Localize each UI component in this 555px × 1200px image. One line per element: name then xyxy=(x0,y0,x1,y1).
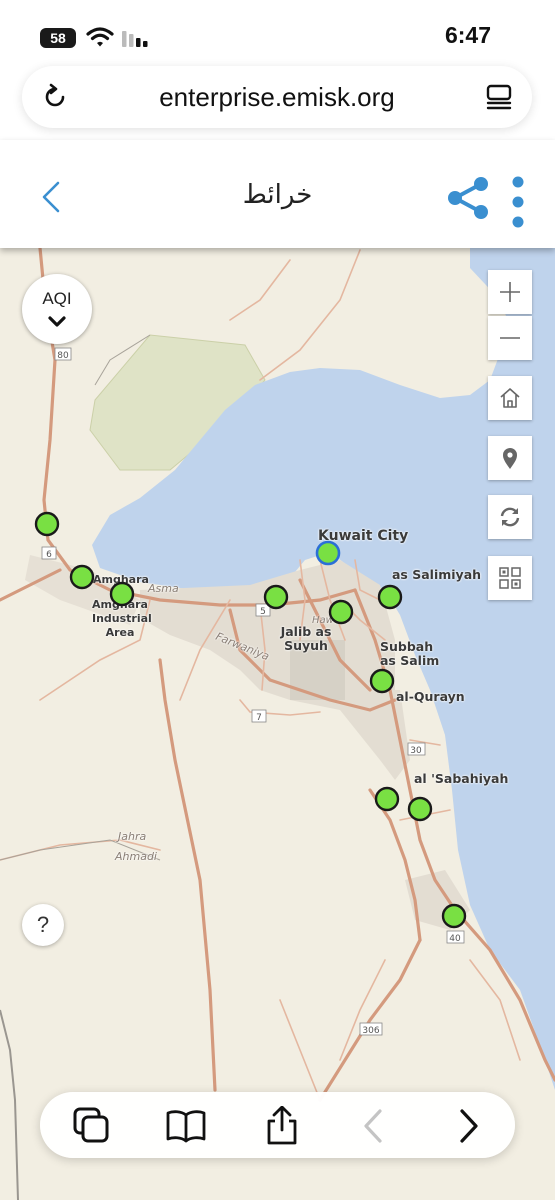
cellular-signal-icon xyxy=(122,31,148,47)
browser-address-area: enterprise.emisk.org xyxy=(0,66,555,140)
home-icon xyxy=(500,388,520,408)
label-subbah: Subbah as Salim xyxy=(380,639,440,668)
shield-30: 30 xyxy=(410,746,422,756)
share-icon[interactable] xyxy=(444,174,492,222)
label-kuwait-city: Kuwait City xyxy=(318,528,409,544)
chevron-left-icon[interactable] xyxy=(354,1106,394,1146)
battery-indicator: 58 xyxy=(40,28,76,48)
shield-40: 40 xyxy=(449,934,461,944)
refresh-button[interactable] xyxy=(488,495,532,539)
kebab-icon[interactable] xyxy=(506,174,530,230)
zoom-in-button[interactable] xyxy=(488,270,532,314)
book-icon[interactable] xyxy=(166,1106,206,1146)
tabs-icon[interactable] xyxy=(72,1106,112,1146)
url-text[interactable]: enterprise.emisk.org xyxy=(22,82,532,113)
wifi-icon xyxy=(86,27,114,47)
label-qurayn: al-Qurayn xyxy=(396,689,465,704)
aqi-layer-label: AQI xyxy=(42,289,72,308)
shield-306: 306 xyxy=(362,1026,379,1036)
help-button[interactable]: ? xyxy=(22,904,64,946)
label-ahmadi: Ahmadi xyxy=(115,850,157,863)
label-amghara-industrial: Amghara Industrial Area xyxy=(92,598,152,639)
address-bar[interactable]: enterprise.emisk.org xyxy=(22,66,532,128)
map-view[interactable]: 80 6 5 7 30 40 306 Kuwait City as Salimi… xyxy=(0,248,555,1200)
minus-icon xyxy=(500,337,520,339)
label-salimiyah: as Salimiyah xyxy=(392,567,482,582)
home-button[interactable] xyxy=(488,376,532,420)
aqi-layer-button[interactable]: AQI xyxy=(22,274,92,344)
zoom-out-button[interactable] xyxy=(488,316,532,360)
refresh-icon xyxy=(500,507,520,527)
label-hawalli: Hawalli xyxy=(312,615,349,626)
clock: 6:47 xyxy=(444,22,491,48)
chevron-down-icon xyxy=(48,316,66,327)
location-pin-icon xyxy=(503,448,517,469)
browser-toolbar xyxy=(40,1092,515,1158)
plus-icon xyxy=(500,282,520,302)
app-header: خرائط xyxy=(0,140,555,248)
basemap: 80 6 5 7 30 40 306 xyxy=(0,248,555,1200)
label-amghara: Amghara xyxy=(93,573,149,586)
share-upload-icon[interactable] xyxy=(262,1106,302,1146)
label-sabahiyah: al 'Sabahiyah xyxy=(414,771,509,786)
chevron-right-icon[interactable] xyxy=(448,1106,488,1146)
status-bar: 58 6:47 xyxy=(0,0,555,66)
label-jahra: Jahra xyxy=(118,830,147,843)
shield-6: 6 xyxy=(46,550,52,560)
shield-5: 5 xyxy=(260,607,266,617)
label-asma: Asma xyxy=(148,582,179,595)
reader-icon[interactable] xyxy=(484,82,514,112)
battery-level: 58 xyxy=(50,30,66,46)
qr-code-icon xyxy=(499,567,521,589)
shield-80: 80 xyxy=(57,351,69,361)
qr-code-button[interactable] xyxy=(488,556,532,600)
label-jalib: Jalib as Suyuh xyxy=(280,624,332,653)
locate-button[interactable] xyxy=(488,436,532,480)
shield-7: 7 xyxy=(256,713,262,723)
